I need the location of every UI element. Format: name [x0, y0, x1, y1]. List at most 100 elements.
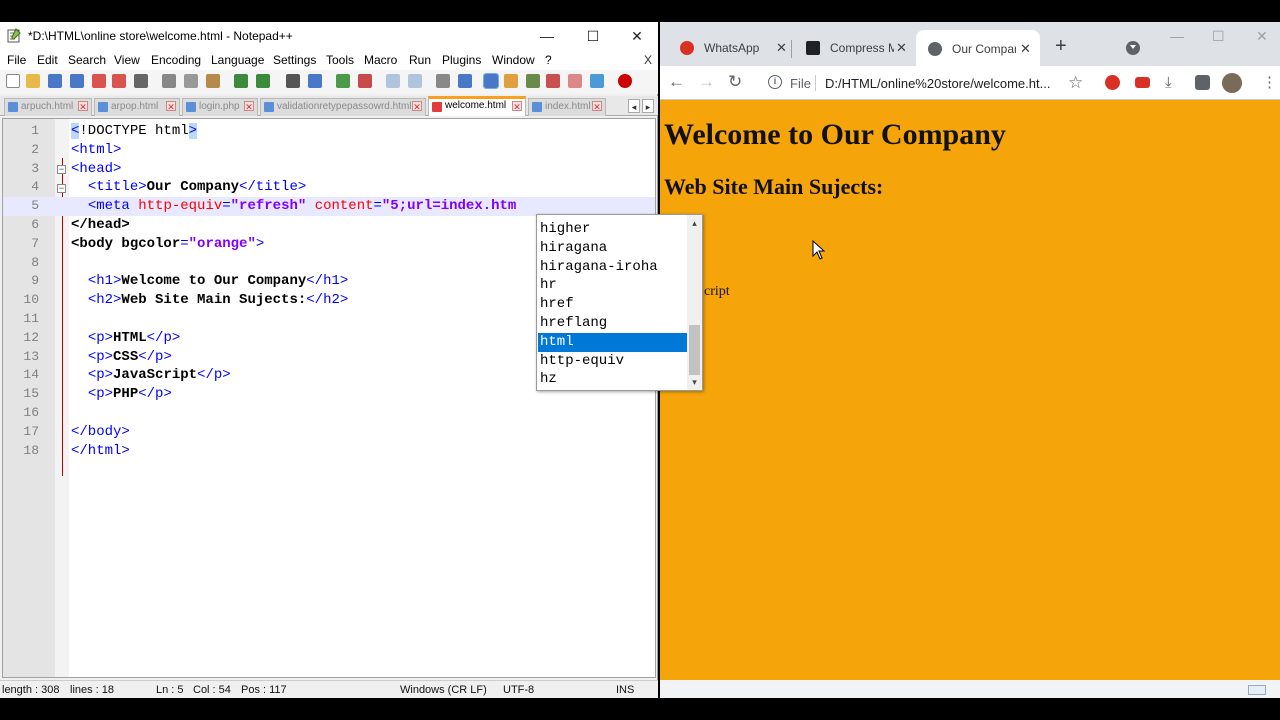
indent-guide-icon[interactable]: [483, 73, 499, 89]
autocomplete-item[interactable]: hiragana-iroha: [538, 258, 687, 277]
chrome-tab-close-icon[interactable]: ✕: [776, 40, 787, 56]
menu-run[interactable]: Run: [409, 53, 431, 67]
notepad-minimize-button[interactable]: —: [524, 22, 570, 50]
autocomplete-scrollbar[interactable]: ▴ ▾: [687, 215, 702, 390]
chrome-minimize-button[interactable]: —: [1170, 28, 1184, 44]
code-line[interactable]: 3 <head>: [3, 160, 655, 179]
redo-icon[interactable]: [256, 74, 270, 88]
autocomplete-item[interactable]: higher: [538, 220, 687, 239]
replace-icon[interactable]: [308, 74, 322, 88]
code-line[interactable]: 17 </body>: [3, 423, 655, 442]
address-bar[interactable]: i File D:/HTML/online%20store/welcome.ht…: [760, 69, 1090, 97]
tab-close-icon[interactable]: ✕: [512, 101, 522, 112]
video-extension-icon[interactable]: [1135, 77, 1150, 88]
menu-tools[interactable]: Tools: [326, 53, 354, 67]
site-info-icon[interactable]: i: [768, 75, 782, 89]
new-file-icon[interactable]: [6, 74, 20, 88]
autocomplete-item[interactable]: hreflang: [538, 314, 687, 333]
autocomplete-item[interactable]: href: [538, 295, 687, 314]
menu-language[interactable]: Language: [211, 53, 264, 67]
copy-icon[interactable]: [184, 74, 198, 88]
zoom-in-icon[interactable]: [336, 74, 350, 88]
profile-avatar[interactable]: [1222, 73, 1242, 93]
function-list-icon[interactable]: [546, 74, 560, 88]
chrome-tab-whatsapp[interactable]: WhatsApp ✕: [668, 34, 788, 62]
tab-close-icon[interactable]: ✕: [244, 101, 254, 112]
zoom-out-icon[interactable]: [358, 74, 372, 88]
tab-close-icon[interactable]: ✕: [592, 101, 602, 112]
extensions-puzzle-icon[interactable]: [1195, 75, 1210, 90]
code-line[interactable]: 16: [3, 404, 655, 423]
tab-close-icon[interactable]: ✕: [412, 101, 422, 112]
code-line[interactable]: 2 <html>: [3, 141, 655, 160]
autocomplete-item[interactable]: html: [538, 332, 687, 352]
chrome-tab-close-icon[interactable]: ✕: [896, 40, 907, 56]
scroll-up-arrow-icon[interactable]: ▴: [687, 216, 702, 230]
monitoring-icon[interactable]: [590, 74, 604, 88]
bookmark-star-icon[interactable]: ☆: [1068, 73, 1083, 93]
open-file-icon[interactable]: [26, 74, 40, 88]
autocomplete-item[interactable]: http-equiv: [538, 352, 687, 371]
tab-validationretypepassowrd[interactable]: validationretypepassowrd.html ✕: [260, 98, 426, 116]
tab-login[interactable]: login.php ✕: [182, 98, 258, 116]
close-all-icon[interactable]: [112, 74, 126, 88]
word-wrap-icon[interactable]: [436, 74, 450, 88]
status-encoding[interactable]: UTF-8: [503, 684, 534, 696]
menu-search[interactable]: Search: [68, 53, 106, 67]
tab-close-icon[interactable]: ✕: [78, 101, 88, 112]
sync-horizontal-icon[interactable]: [408, 74, 422, 88]
paste-icon[interactable]: [206, 74, 220, 88]
user-language-icon[interactable]: [504, 74, 518, 88]
save-icon[interactable]: [48, 74, 62, 88]
folder-workspace-icon[interactable]: [568, 74, 582, 88]
new-tab-button[interactable]: +: [1055, 36, 1067, 56]
save-all-icon[interactable]: [70, 74, 84, 88]
code-line[interactable]: 4 <title>Our Company</title>: [3, 178, 655, 197]
code-line[interactable]: 18 </html>: [3, 442, 655, 461]
record-macro-icon[interactable]: [618, 74, 632, 88]
back-button[interactable]: ←: [668, 72, 685, 92]
chrome-tab-close-icon[interactable]: ✕: [1020, 41, 1031, 57]
scroll-down-arrow-icon[interactable]: ▾: [687, 375, 702, 389]
reload-button[interactable]: ↻: [728, 72, 742, 92]
undo-icon[interactable]: [234, 74, 248, 88]
menu-edit[interactable]: Edit: [37, 53, 58, 67]
menu-help[interactable]: ?: [545, 53, 552, 67]
menu-file[interactable]: File: [7, 53, 26, 67]
notepad-titlebar[interactable]: *D:\HTML\online store\welcome.html - Not…: [0, 22, 658, 50]
chrome-menu-icon[interactable]: ⋮: [1262, 73, 1277, 91]
sync-vertical-icon[interactable]: [386, 74, 400, 88]
autocomplete-item[interactable]: hz: [538, 370, 687, 389]
status-eol[interactable]: Windows (CR LF): [400, 684, 487, 696]
scrollbar-thumb[interactable]: [689, 325, 700, 375]
chrome-maximize-button[interactable]: ☐: [1212, 28, 1225, 45]
autocomplete-item[interactable]: hiragana: [538, 239, 687, 258]
forward-button[interactable]: →: [698, 72, 715, 92]
print-icon[interactable]: [134, 74, 148, 88]
menu-plugins[interactable]: Plugins: [442, 53, 481, 67]
tab-arpuch[interactable]: arpuch.html ✕: [4, 98, 92, 116]
adblock-extension-icon[interactable]: [1105, 75, 1120, 90]
chrome-close-button[interactable]: ✕: [1256, 28, 1268, 45]
notepad-maximize-button[interactable]: ☐: [570, 22, 616, 50]
menu-encoding[interactable]: Encoding: [151, 53, 201, 67]
tab-scroll-right-button[interactable]: ▸: [642, 99, 654, 113]
menu-macro[interactable]: Macro: [364, 53, 397, 67]
show-all-chars-icon[interactable]: [458, 74, 472, 88]
menu-close-doc-button[interactable]: X: [644, 53, 652, 67]
menu-settings[interactable]: Settings: [273, 53, 316, 67]
code-line[interactable]: 1 <!DOCTYPE html>: [3, 122, 655, 141]
download-icon[interactable]: ⤓: [1165, 75, 1180, 90]
tab-arpop[interactable]: arpop.html ✕: [94, 98, 180, 116]
chrome-tab-our-company[interactable]: Our Compan ✕: [916, 30, 1040, 66]
close-file-icon[interactable]: [92, 74, 106, 88]
code-editor[interactable]: − − 1 <!DOCTYPE html> 2 <html> 3 <head> 4 <tit…: [2, 118, 656, 678]
tab-index[interactable]: index.html ✕: [528, 98, 606, 116]
tab-welcome[interactable]: welcome.html ✕: [428, 96, 526, 116]
address-url[interactable]: D:/HTML/online%20store/welcome.ht...: [825, 76, 1050, 91]
tab-close-icon[interactable]: ✕: [166, 101, 176, 112]
autocomplete-item[interactable]: hr: [538, 276, 687, 295]
cut-icon[interactable]: [162, 74, 176, 88]
chrome-tab-compress[interactable]: Compress Mi ✕: [794, 34, 914, 62]
tab-scroll-left-button[interactable]: ◂: [628, 99, 640, 113]
